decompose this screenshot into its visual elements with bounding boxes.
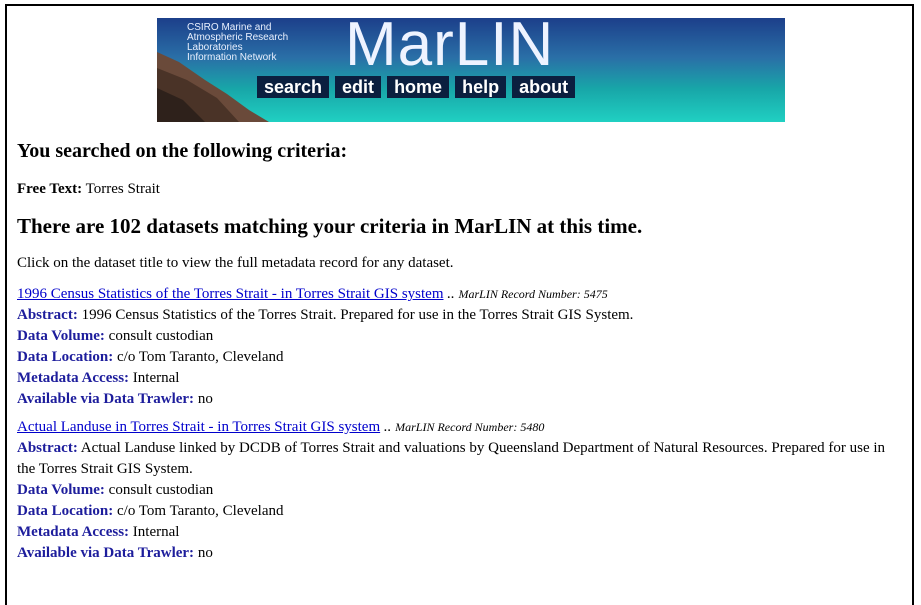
location-row: Data Location: c/o Tom Taranto, Clevelan…	[17, 501, 907, 522]
volume-label: Data Volume:	[17, 482, 105, 498]
trawler-row: Available via Data Trawler: no	[17, 543, 907, 564]
organization-name: CSIRO Marine and Atmospheric Research La…	[187, 22, 289, 63]
abstract-label: Abstract:	[17, 440, 78, 456]
volume-value: consult custodian	[108, 482, 214, 498]
access-value: Internal	[132, 370, 180, 386]
abstract-value: 1996 Census Statistics of the Torres Str…	[81, 307, 634, 323]
location-value: c/o Tom Taranto, Cleveland	[117, 503, 284, 519]
trawler-value: no	[197, 391, 213, 407]
trawler-label: Available via Data Trawler:	[17, 545, 195, 561]
abstract-label: Abstract:	[17, 307, 78, 323]
record-separator: ..	[447, 286, 455, 302]
free-text-criterion: Free Text: Torres Strait	[17, 180, 907, 198]
trawler-row: Available via Data Trawler: no	[17, 389, 907, 410]
record-separator: ..	[383, 419, 392, 435]
results-heading: There are 102 datasets matching your cri…	[17, 214, 643, 238]
nav-edit-button[interactable]: edit	[335, 76, 382, 98]
marlin-banner: CSIRO Marine and Atmospheric Research La…	[157, 18, 785, 122]
access-row: Metadata Access: Internal	[17, 368, 907, 389]
access-label: Metadata Access:	[17, 370, 130, 386]
instructions-text: Click on the dataset title to view the f…	[17, 255, 454, 271]
nav-about-button[interactable]: about	[512, 76, 576, 98]
record-number: MarLIN Record Number: 5475	[458, 287, 608, 301]
trawler-label: Available via Data Trawler:	[17, 391, 195, 407]
location-value: c/o Tom Taranto, Cleveland	[117, 349, 284, 365]
record-title-line: Actual Landuse in Torres Strait - in Tor…	[17, 417, 907, 438]
volume-value: consult custodian	[108, 328, 214, 344]
dataset-record: 1996 Census Statistics of the Torres Str…	[17, 284, 907, 410]
nav-help-button[interactable]: help	[455, 76, 507, 98]
record-title-line: 1996 Census Statistics of the Torres Str…	[17, 284, 907, 305]
trawler-value: no	[197, 545, 213, 561]
location-row: Data Location: c/o Tom Taranto, Clevelan…	[17, 347, 907, 368]
main-content: You searched on the following criteria: …	[17, 138, 907, 564]
main-nav: search edit home help about	[257, 76, 576, 98]
criteria-heading: You searched on the following criteria:	[17, 140, 348, 162]
dataset-title-link[interactable]: 1996 Census Statistics of the Torres Str…	[17, 286, 443, 302]
volume-row: Data Volume: consult custodian	[17, 480, 907, 501]
abstract-value: Actual Landuse linked by DCDB of Torres …	[17, 440, 886, 477]
free-text-value: Torres Strait	[85, 181, 160, 197]
access-value: Internal	[132, 524, 180, 540]
free-text-label: Free Text:	[17, 181, 83, 197]
location-label: Data Location:	[17, 349, 114, 365]
volume-row: Data Volume: consult custodian	[17, 326, 907, 347]
abstract-row: Abstract: Actual Landuse linked by DCDB …	[17, 438, 907, 480]
marlin-logo: MarLIN	[345, 18, 555, 79]
abstract-row: Abstract: 1996 Census Statistics of the …	[17, 305, 907, 326]
volume-label: Data Volume:	[17, 328, 105, 344]
access-row: Metadata Access: Internal	[17, 522, 907, 543]
access-label: Metadata Access:	[17, 524, 130, 540]
location-label: Data Location:	[17, 503, 114, 519]
nav-home-button[interactable]: home	[387, 76, 450, 98]
nav-search-button[interactable]: search	[257, 76, 330, 98]
page-frame: CSIRO Marine and Atmospheric Research La…	[5, 4, 914, 605]
dataset-title-link[interactable]: Actual Landuse in Torres Strait - in Tor…	[17, 419, 380, 435]
dataset-record: Actual Landuse in Torres Strait - in Tor…	[17, 417, 907, 564]
record-number: MarLIN Record Number: 5480	[395, 420, 545, 434]
